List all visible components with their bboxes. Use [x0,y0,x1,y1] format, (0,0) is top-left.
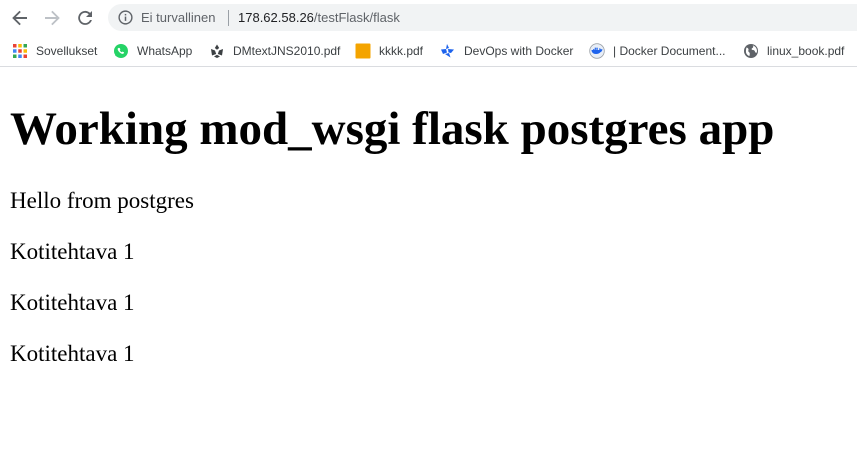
forward-button[interactable] [40,7,64,29]
docker-docs-icon [589,43,605,59]
url-text[interactable]: 178.62.58.26/testFlask/flask [238,9,400,26]
bookmark-label: Sovellukset [36,44,98,58]
whatsapp-icon [114,44,128,58]
orange-square-icon [355,43,371,59]
back-button[interactable] [8,7,32,29]
bookmark-label: kkkk.pdf [379,44,424,58]
forward-arrow-icon [45,10,60,26]
bookmark-label: DMtextJNS2010.pdf [233,44,341,58]
paragraph-hello: Hello from postgres [10,188,194,213]
bookmark-dmtextjns[interactable]: DMtextJNS2010.pdf [209,41,340,61]
paragraph-kotitehtava: Kotitehtava 1 [10,341,135,366]
bookmark-label: WhatsApp [137,44,193,58]
pdf-doc-icon [211,44,223,58]
docker-icon [441,44,454,58]
apps-grid-icon [13,44,27,58]
paragraph-kotitehtava: Kotitehtava 1 [10,290,135,315]
back-arrow-icon [12,10,27,26]
globe-icon [744,44,758,58]
reload-icon [78,10,92,25]
url-host: 178.62.58.26 [238,10,314,25]
omnibox-divider [228,10,229,26]
bookmarks-bar: Sovellukset WhatsApp DMtextJNS2010.pdf k… [0,36,857,67]
info-icon[interactable] [118,10,133,25]
page-title: Working mod_wsgi flask postgres app [10,103,775,155]
bookmark-label: linux_book.pdf [767,44,845,58]
security-status-label[interactable]: Ei turvallinen [141,9,215,26]
bookmark-devops-docker[interactable]: DevOps with Docker [440,41,573,61]
bookmark-label: | Docker Document... [613,44,726,58]
bookmark-label: DevOps with Docker [464,44,574,58]
bookmark-kkkk[interactable]: kkkk.pdf [355,41,423,61]
bookmark-whatsapp[interactable]: WhatsApp [113,41,192,61]
bookmark-docker-docs[interactable]: | Docker Document... [589,41,726,61]
page-content: Working mod_wsgi flask postgres app Hell… [0,67,857,466]
bookmark-linux-book[interactable]: linux_book.pdf [743,41,844,61]
reload-button[interactable] [73,7,97,29]
address-bar[interactable]: Ei turvallinen 178.62.58.26/testFlask/fl… [108,4,857,31]
bookmark-apps[interactable]: Sovellukset [12,41,97,61]
url-path: /testFlask/flask [313,10,400,25]
browser-toolbar: Ei turvallinen 178.62.58.26/testFlask/fl… [0,0,857,36]
paragraph-kotitehtava: Kotitehtava 1 [10,239,135,264]
